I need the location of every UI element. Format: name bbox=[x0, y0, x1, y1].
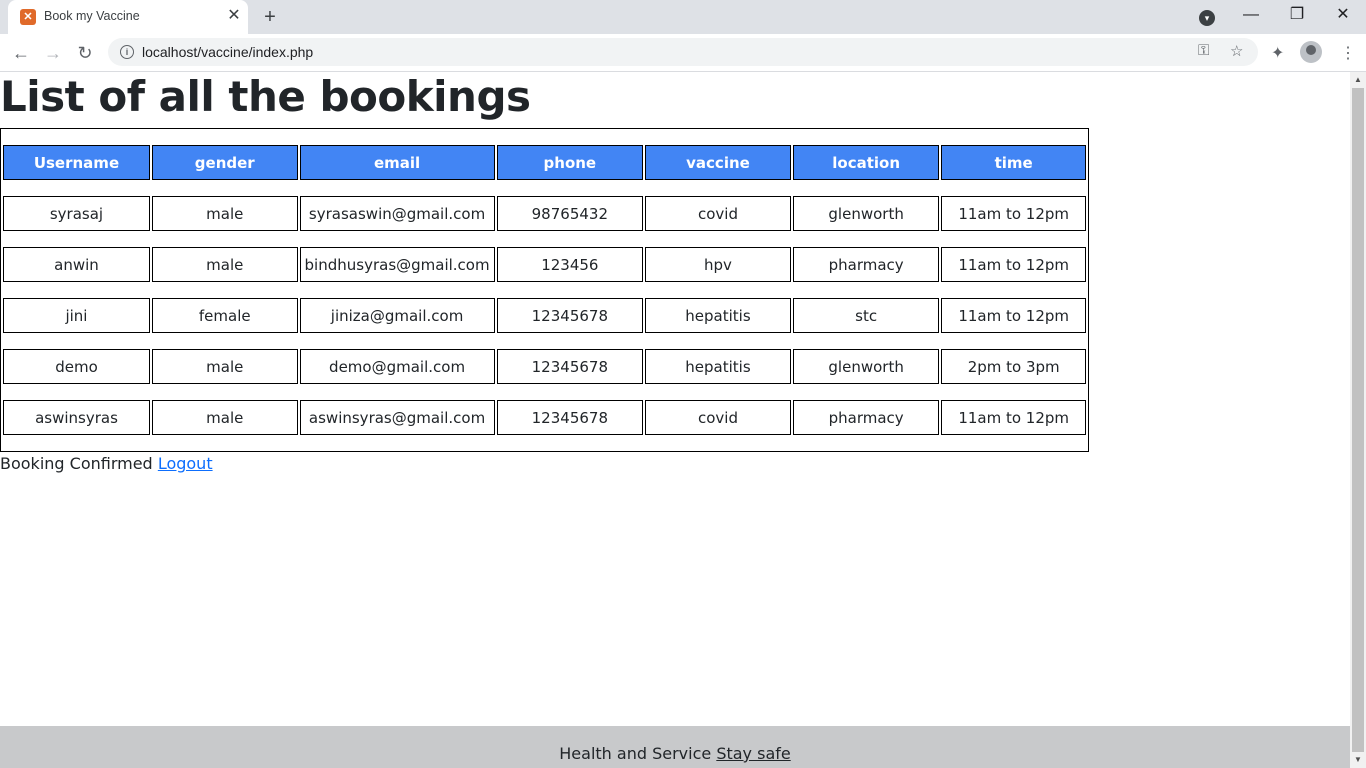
new-tab-icon[interactable]: + bbox=[258, 6, 282, 28]
site-info-icon[interactable]: i bbox=[120, 45, 134, 59]
site-footer: Health and Service Stay safe bbox=[0, 726, 1350, 768]
cell-phone: 12345678 bbox=[496, 400, 644, 435]
cell-username: syrasaj bbox=[3, 196, 150, 231]
cell-time: 11am to 12pm bbox=[941, 298, 1086, 333]
key-icon[interactable]: ⚿ bbox=[1198, 42, 1209, 59]
cell-username: aswinsyras bbox=[3, 400, 150, 435]
cell-username: demo bbox=[3, 349, 150, 384]
back-icon[interactable]: ← bbox=[8, 40, 34, 66]
cell-phone: 12345678 bbox=[496, 349, 644, 384]
page-viewport: List of all the bookings Username gender… bbox=[0, 72, 1350, 768]
cell-username: anwin bbox=[3, 247, 150, 282]
tab-title: Book my Vaccine bbox=[44, 9, 140, 23]
url-text[interactable]: localhost/vaccine/index.php bbox=[142, 44, 313, 60]
profile-avatar-icon[interactable] bbox=[1300, 41, 1322, 63]
menu-kebab-icon[interactable]: ⋮ bbox=[1340, 43, 1356, 63]
window-close-icon[interactable]: ✕ bbox=[1320, 0, 1366, 30]
browser-tab[interactable]: ✕ Book my Vaccine ✕ bbox=[8, 0, 248, 34]
table-row: demo male demo@gmail.com 12345678 hepati… bbox=[3, 349, 1086, 384]
xampp-icon: ✕ bbox=[20, 9, 36, 25]
cell-gender: male bbox=[151, 247, 298, 282]
cell-vaccine: hepatitis bbox=[645, 349, 791, 384]
tab-search-icon[interactable]: ▾ bbox=[1199, 10, 1215, 26]
booking-status-text: Booking Confirmed bbox=[0, 454, 153, 473]
bookings-table: Username gender email phone vaccine loca… bbox=[0, 128, 1089, 452]
restore-icon[interactable]: ❐ bbox=[1274, 0, 1320, 30]
cell-gender: male bbox=[151, 196, 298, 231]
extensions-icon[interactable]: ✦ bbox=[1271, 43, 1284, 63]
column-header-email: email bbox=[299, 145, 495, 180]
table-header-row: Username gender email phone vaccine loca… bbox=[3, 145, 1086, 180]
forward-icon[interactable]: → bbox=[40, 40, 66, 66]
cell-phone: 12345678 bbox=[496, 298, 644, 333]
cell-location: pharmacy bbox=[792, 400, 940, 435]
vertical-scrollbar[interactable]: ▲ ▼ bbox=[1350, 72, 1366, 768]
browser-tab-strip: ✕ Book my Vaccine ✕ + ▾ — ❐ ✕ bbox=[0, 0, 1366, 34]
logout-link[interactable]: Logout bbox=[158, 454, 213, 473]
reload-icon[interactable]: ↻ bbox=[72, 40, 98, 66]
footer-text: Health and Service bbox=[559, 744, 712, 763]
cell-vaccine: covid bbox=[645, 400, 791, 435]
column-header-phone: phone bbox=[496, 145, 644, 180]
stay-safe-link[interactable]: Stay safe bbox=[716, 744, 790, 763]
minimize-icon[interactable]: — bbox=[1228, 0, 1274, 30]
column-header-vaccine: vaccine bbox=[645, 145, 791, 180]
column-header-username: Username bbox=[3, 145, 150, 180]
close-tab-icon[interactable]: ✕ bbox=[224, 6, 244, 26]
column-header-location: location bbox=[792, 145, 940, 180]
cell-vaccine: covid bbox=[645, 196, 791, 231]
cell-vaccine: hepatitis bbox=[645, 298, 791, 333]
cell-location: glenworth bbox=[792, 349, 940, 384]
address-bar[interactable]: i localhost/vaccine/index.php ⚿ ☆ bbox=[108, 38, 1258, 66]
cell-email: aswinsyras@gmail.com bbox=[299, 400, 495, 435]
cell-email: demo@gmail.com bbox=[299, 349, 495, 384]
cell-email: bindhusyras@gmail.com bbox=[299, 247, 495, 282]
column-header-gender: gender bbox=[151, 145, 298, 180]
browser-toolbar: ← → ↻ i localhost/vaccine/index.php ⚿ ☆ … bbox=[0, 34, 1366, 72]
table-row: syrasaj male syrasaswin@gmail.com 987654… bbox=[3, 196, 1086, 231]
table-row: anwin male bindhusyras@gmail.com 123456 … bbox=[3, 247, 1086, 282]
cell-time: 11am to 12pm bbox=[941, 196, 1086, 231]
column-header-time: time bbox=[941, 145, 1086, 180]
table-row: aswinsyras male aswinsyras@gmail.com 123… bbox=[3, 400, 1086, 435]
cell-time: 2pm to 3pm bbox=[941, 349, 1086, 384]
cell-location: pharmacy bbox=[792, 247, 940, 282]
scrollbar-thumb[interactable] bbox=[1352, 88, 1364, 752]
cell-email: syrasaswin@gmail.com bbox=[299, 196, 495, 231]
page-title: List of all the bookings bbox=[0, 72, 531, 121]
cell-username: jini bbox=[3, 298, 150, 333]
cell-gender: female bbox=[151, 298, 298, 333]
scroll-up-arrow-icon[interactable]: ▲ bbox=[1350, 72, 1366, 88]
booking-status-line: Booking Confirmed Logout bbox=[0, 454, 213, 473]
cell-phone: 123456 bbox=[496, 247, 644, 282]
scroll-down-arrow-icon[interactable]: ▼ bbox=[1350, 752, 1366, 768]
cell-time: 11am to 12pm bbox=[941, 400, 1086, 435]
cell-time: 11am to 12pm bbox=[941, 247, 1086, 282]
cell-vaccine: hpv bbox=[645, 247, 791, 282]
table-row: jini female jiniza@gmail.com 12345678 he… bbox=[3, 298, 1086, 333]
cell-location: stc bbox=[792, 298, 940, 333]
cell-email: jiniza@gmail.com bbox=[299, 298, 495, 333]
cell-gender: male bbox=[151, 400, 298, 435]
cell-phone: 98765432 bbox=[496, 196, 644, 231]
cell-location: glenworth bbox=[792, 196, 940, 231]
cell-gender: male bbox=[151, 349, 298, 384]
bookmark-star-icon[interactable]: ☆ bbox=[1230, 42, 1243, 60]
